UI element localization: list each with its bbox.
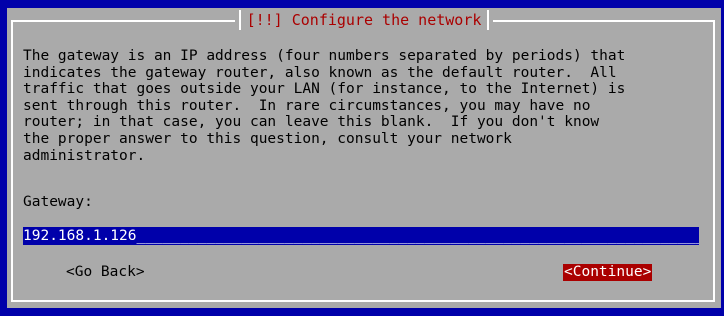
dialog-title-box: [!!] Configure the network bbox=[234, 9, 494, 31]
configure-network-dialog: [!!] Configure the network The gateway i… bbox=[7, 8, 721, 308]
dialog-title: [!!] Configure the network bbox=[246, 11, 482, 29]
dialog-title-bar: [!!] Configure the network bbox=[7, 9, 721, 31]
continue-button[interactable]: <Continue> bbox=[563, 264, 653, 281]
gateway-input-value: 192.168.1.126 bbox=[23, 228, 137, 244]
gateway-input[interactable]: 192.168.1.126___________________________… bbox=[23, 227, 699, 245]
title-right-edge bbox=[487, 10, 490, 30]
gateway-description: The gateway is an IP address (four numbe… bbox=[23, 48, 626, 164]
gateway-input-fill: ________________________________________… bbox=[136, 228, 700, 244]
installer-screen: [!!] Configure the network The gateway i… bbox=[0, 0, 724, 316]
go-back-button[interactable]: <Go Back> bbox=[65, 264, 146, 281]
gateway-label: Gateway: bbox=[23, 194, 93, 210]
